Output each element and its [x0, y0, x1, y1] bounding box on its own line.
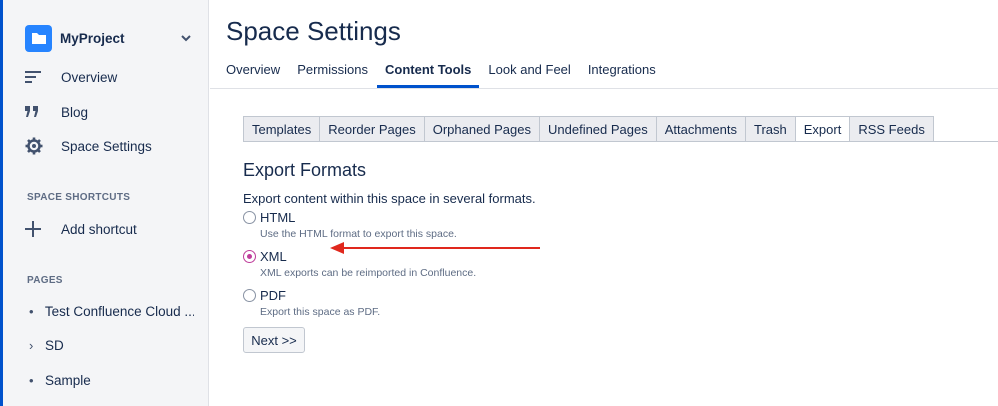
subtab-trash[interactable]: Trash — [745, 116, 795, 142]
lines-icon — [25, 71, 49, 83]
page-tree-item[interactable]: • Test Confluence Cloud ... — [29, 300, 194, 322]
sidebar-item-blog[interactable]: Blog — [25, 99, 195, 125]
annotation-arrow-icon — [330, 242, 540, 254]
option-label[interactable]: PDF — [260, 288, 286, 303]
subtab-export[interactable]: Export — [794, 116, 850, 142]
export-formats-heading: Export Formats — [243, 160, 367, 180]
option-help: XML exports can be reimported in Conflue… — [260, 267, 477, 279]
subtab-templates[interactable]: Templates — [243, 116, 320, 142]
sidebar-item-overview[interactable]: Overview — [25, 64, 195, 90]
tab-content-tools[interactable]: Content Tools — [376, 58, 480, 88]
project-name: MyProject — [60, 30, 125, 46]
sidebar-item-label: Blog — [61, 104, 89, 120]
bullet-icon: • — [29, 372, 34, 388]
tab-overview[interactable]: Overview — [226, 58, 280, 88]
radio-html[interactable] — [243, 210, 256, 224]
page-tree-label: Sample — [45, 372, 91, 388]
subtab-orphaned-pages[interactable]: Orphaned Pages — [423, 116, 539, 142]
subtab-attachments[interactable]: Attachments — [655, 116, 746, 142]
option-label[interactable]: HTML — [260, 210, 295, 225]
plus-icon — [25, 221, 49, 237]
subtab-rss-feeds[interactable]: RSS Feeds — [849, 116, 934, 142]
bullet-icon: • — [29, 303, 34, 319]
sidebar: MyProject Overview Blog Space Settings S… — [3, 0, 209, 406]
page-title: Space Settings — [226, 16, 401, 46]
export-description: Export content within this space in seve… — [243, 191, 536, 206]
gear-icon — [25, 137, 49, 155]
subtab-reorder-pages[interactable]: Reorder Pages — [319, 116, 424, 142]
tabs-divider — [210, 88, 998, 89]
page-tree-label: SD — [45, 337, 64, 353]
main-content: Space Settings Overview Permissions Cont… — [210, 0, 998, 406]
chevron-down-icon[interactable] — [179, 31, 193, 45]
sidebar-item-label: Space Settings — [61, 138, 152, 154]
chevron-right-icon[interactable]: › — [29, 338, 45, 353]
radio-pdf[interactable] — [243, 288, 256, 302]
page-tree-item[interactable]: › SD — [29, 334, 194, 356]
space-shortcuts-heading: SPACE SHORTCUTS — [27, 192, 131, 203]
tab-permissions[interactable]: Permissions — [297, 58, 368, 88]
next-button[interactable]: Next >> — [243, 327, 305, 353]
option-label[interactable]: XML — [260, 249, 287, 264]
subtab-undefined-pages[interactable]: Undefined Pages — [539, 116, 656, 142]
content-tools-subtabs: Templates Reorder Pages Orphaned Pages U… — [243, 116, 934, 142]
export-option-html: HTML Use the HTML format to export this … — [243, 208, 643, 240]
radio-xml[interactable] — [243, 249, 256, 263]
folder-icon — [25, 24, 52, 52]
option-help: Export this space as PDF. — [260, 306, 381, 318]
tab-integrations[interactable]: Integrations — [588, 58, 656, 88]
page-tree-item[interactable]: • Sample — [29, 369, 194, 391]
sidebar-item-space-settings[interactable]: Space Settings — [25, 133, 195, 159]
sidebar-item-label: Overview — [61, 69, 118, 85]
quote-icon — [25, 106, 49, 118]
export-option-pdf: PDF Export this space as PDF. — [243, 286, 643, 318]
page-tree-label: Test Confluence Cloud ... — [44, 303, 194, 319]
settings-tabs: Overview Permissions Content Tools Look … — [226, 58, 673, 88]
add-shortcut-label: Add shortcut — [61, 221, 137, 237]
tab-look-and-feel[interactable]: Look and Feel — [488, 58, 570, 88]
subtabs-divider — [243, 141, 998, 142]
add-shortcut-button[interactable]: Add shortcut — [25, 216, 195, 242]
pages-heading: PAGES — [27, 275, 63, 286]
project-switcher[interactable]: MyProject — [25, 24, 193, 52]
